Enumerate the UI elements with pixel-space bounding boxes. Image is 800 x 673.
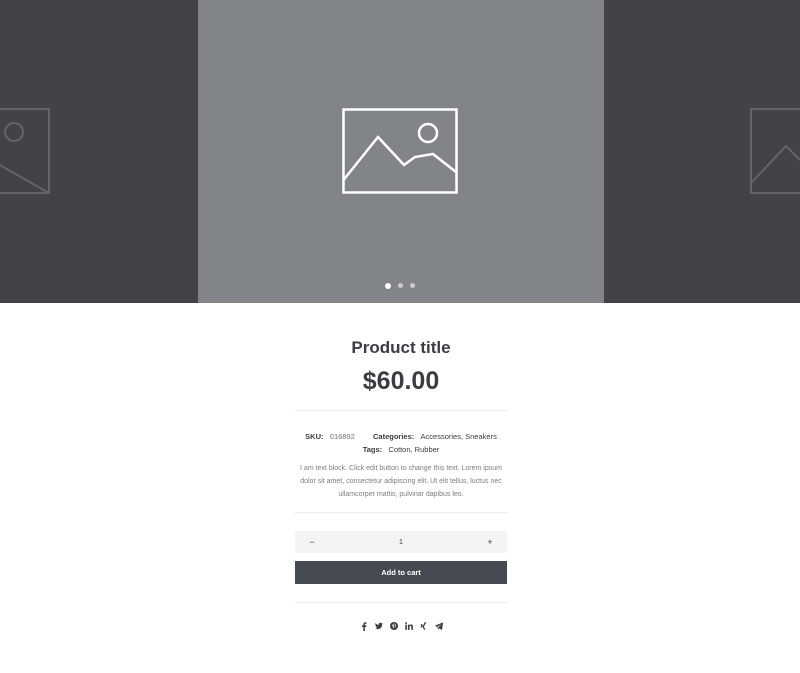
quantity-stepper: − 1 + xyxy=(295,531,507,553)
tags-links[interactable]: Cotton, Rubber xyxy=(388,445,439,454)
pinterest-icon[interactable] xyxy=(389,622,398,630)
divider xyxy=(295,602,507,603)
quantity-increase-button[interactable]: + xyxy=(473,531,507,553)
divider xyxy=(295,410,507,411)
product-description: I am text block. Click edit button to ch… xyxy=(300,465,502,498)
gallery-dot-2[interactable] xyxy=(398,283,403,288)
add-to-cart-button[interactable]: Add to cart xyxy=(295,561,507,584)
xing-icon[interactable] xyxy=(420,621,428,630)
sku-label: SKU: xyxy=(305,432,324,441)
gallery-dot-3[interactable] xyxy=(410,283,415,288)
quantity-decrease-button[interactable]: − xyxy=(295,531,329,553)
linkedin-icon[interactable] xyxy=(404,622,413,630)
gallery-slide-next[interactable] xyxy=(604,0,800,303)
gallery-pagination xyxy=(0,282,800,289)
gallery-dot-1[interactable] xyxy=(385,282,391,289)
divider xyxy=(295,512,507,513)
product-summary: Product title $60.00 SKU: 016892 Categor… xyxy=(295,303,507,631)
twitter-icon[interactable] xyxy=(374,622,383,630)
telegram-icon[interactable] xyxy=(434,622,443,630)
gallery-slide-previous[interactable] xyxy=(0,0,198,303)
gallery-slide-active[interactable] xyxy=(198,0,604,303)
sku-value: 016892 xyxy=(329,432,355,441)
image-placeholder-icon xyxy=(342,108,458,194)
product-price: $60.00 xyxy=(362,367,440,395)
image-placeholder-icon xyxy=(0,108,50,194)
categories-label: Categories: xyxy=(373,432,415,441)
product-title: Product title xyxy=(351,338,451,357)
categories-links[interactable]: Accessories, Sneakers xyxy=(421,432,497,441)
quantity-input[interactable]: 1 xyxy=(329,539,473,546)
tags-label: Tags: xyxy=(362,444,383,454)
facebook-icon[interactable] xyxy=(360,621,368,631)
share-buttons xyxy=(295,621,507,631)
product-gallery xyxy=(0,0,800,303)
product-meta: SKU: 016892 Categories: Accessories, Sne… xyxy=(295,431,507,456)
image-placeholder-icon xyxy=(750,108,800,194)
